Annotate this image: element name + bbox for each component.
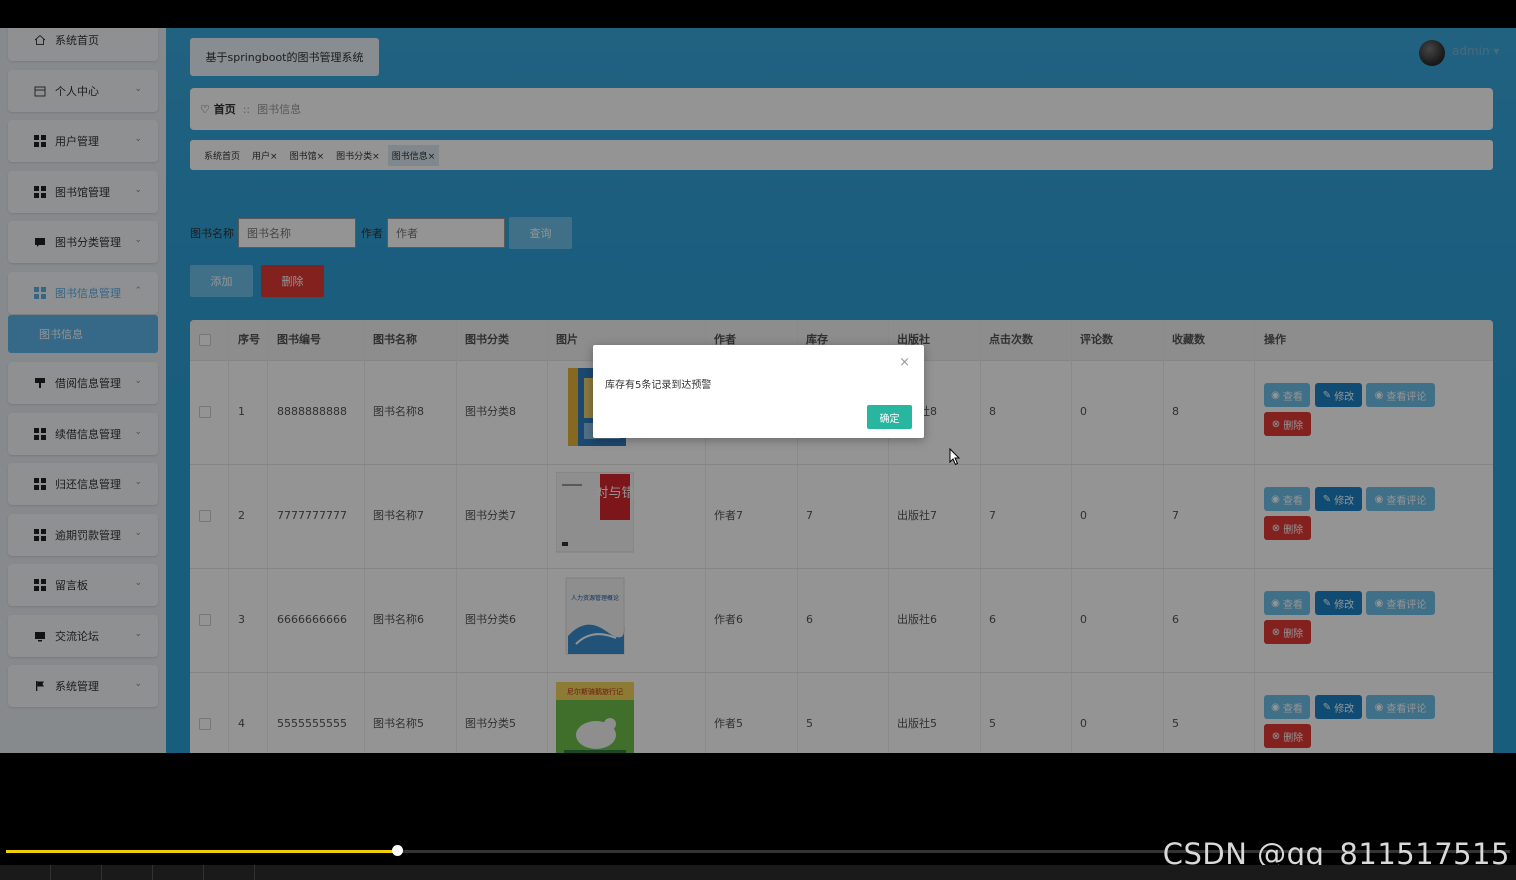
video-controls-strip [0,865,1516,880]
control-divider [152,865,153,880]
close-icon[interactable]: × [899,355,910,370]
video-progress-knob[interactable] [392,845,404,856]
video-top-bar [0,0,1516,28]
alert-message: 库存有5条记录到达预警 [605,380,712,391]
app-window: 系统首页 个人中心 ⌄ 用户管理 ⌄ 图书馆管理 ⌄ 图书分类管理 ⌄ 图书信息… [0,28,1516,753]
control-divider [50,865,51,880]
alert-dialog: × 库存有5条记录到达预警 确定 [593,345,924,438]
control-divider [101,865,102,880]
mouse-cursor-icon [949,448,961,466]
control-divider [203,865,204,880]
confirm-button[interactable]: 确定 [867,405,912,429]
video-progress-played [6,850,398,853]
control-divider [254,865,255,880]
video-player-bar: CSDN @qq_811517515 [0,753,1516,880]
